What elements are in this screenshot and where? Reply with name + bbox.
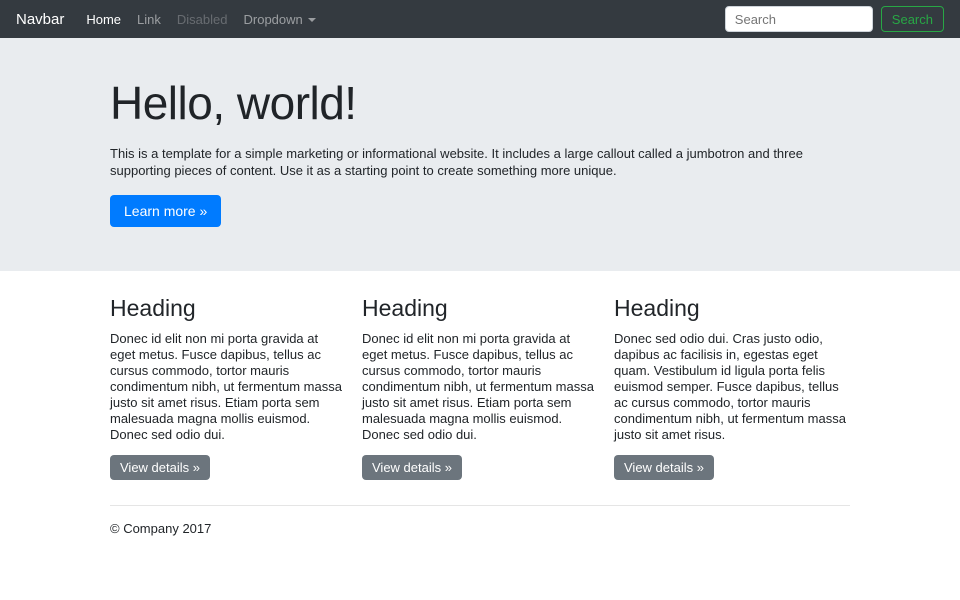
nav-item-disabled: Disabled — [169, 12, 236, 27]
jumbotron: Hello, world! This is a template for a s… — [0, 38, 960, 271]
view-details-button-2[interactable]: View details » — [362, 455, 462, 480]
navbar-nav: Home Link Disabled Dropdown — [78, 12, 724, 27]
nav-item-dropdown[interactable]: Dropdown — [236, 12, 324, 27]
main-content: Heading Donec id elit non mi porta gravi… — [110, 295, 850, 536]
nav-item-dropdown-label: Dropdown — [244, 12, 303, 27]
page-title: Hello, world! — [110, 78, 850, 129]
column-body: Donec sed odio dui. Cras justo odio, dap… — [614, 331, 850, 443]
view-details-button-3[interactable]: View details » — [614, 455, 714, 480]
learn-more-button[interactable]: Learn more » — [110, 195, 221, 227]
column-3: Heading Donec sed odio dui. Cras justo o… — [614, 295, 850, 480]
navbar-brand[interactable]: Navbar — [16, 11, 64, 28]
copyright-text: © Company 2017 — [110, 521, 850, 536]
column-heading: Heading — [110, 295, 346, 322]
caret-down-icon — [308, 18, 316, 22]
search-form: Search — [725, 6, 944, 32]
search-input[interactable] — [725, 6, 873, 32]
column-body: Donec id elit non mi porta gravida at eg… — [110, 331, 346, 443]
column-2: Heading Donec id elit non mi porta gravi… — [362, 295, 598, 480]
column-heading: Heading — [362, 295, 598, 322]
footer: © Company 2017 — [110, 521, 850, 536]
view-details-button-1[interactable]: View details » — [110, 455, 210, 480]
jumbotron-content: Hello, world! This is a template for a s… — [110, 78, 850, 227]
nav-item-link[interactable]: Link — [129, 12, 169, 27]
footer-divider — [110, 505, 850, 506]
nav-item-home[interactable]: Home — [78, 12, 129, 27]
jumbotron-lead: This is a template for a simple marketin… — [110, 145, 850, 179]
columns-row: Heading Donec id elit non mi porta gravi… — [110, 295, 850, 480]
column-body: Donec id elit non mi porta gravida at eg… — [362, 331, 598, 443]
navbar: Navbar Home Link Disabled Dropdown Searc… — [0, 0, 960, 38]
search-button[interactable]: Search — [881, 6, 944, 32]
column-1: Heading Donec id elit non mi porta gravi… — [110, 295, 346, 480]
column-heading: Heading — [614, 295, 850, 322]
